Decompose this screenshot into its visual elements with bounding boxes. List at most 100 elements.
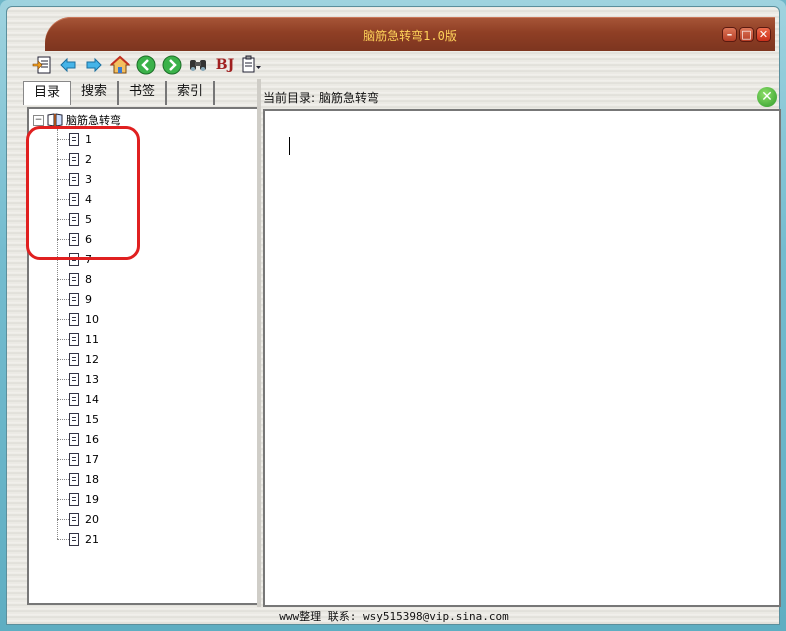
arrow-left-icon [60, 57, 76, 73]
forward-button[interactable] [83, 54, 105, 76]
home-button[interactable] [109, 54, 131, 76]
tree-item[interactable]: 20 [57, 509, 99, 529]
tree-item[interactable]: 8 [57, 269, 92, 289]
document-icon [69, 432, 79, 446]
close-icon: ✕ [758, 28, 769, 41]
status-bar: www整理 联系: wsy515398@vip.sina.com [279, 610, 509, 623]
window-title: 脑筋急转弯1.0版 [363, 29, 457, 43]
tree-item[interactable]: 17 [57, 449, 99, 469]
document-icon [69, 472, 79, 486]
document-icon [69, 452, 79, 466]
tree-item-label: 16 [85, 432, 99, 446]
document-icon [69, 372, 79, 386]
bj-button[interactable]: BJ [213, 54, 237, 76]
close-button[interactable]: ✕ [756, 27, 771, 42]
back-button[interactable] [57, 54, 79, 76]
current-path-label: 当前目录: [263, 90, 316, 105]
document-icon [69, 492, 79, 506]
tree-item-label: 21 [85, 532, 99, 546]
collapse-icon[interactable]: − [33, 114, 44, 126]
nav-tabs: 目录 搜索 书签 索引 [23, 81, 216, 105]
document-icon [69, 412, 79, 426]
minimize-icon: – [726, 28, 733, 41]
tree-item-label: 19 [85, 492, 99, 506]
content-pane: 当前目录: 脑筋急转弯 ✕ [261, 79, 781, 607]
highlight-annotation [26, 126, 140, 260]
tree-item[interactable]: 12 [57, 349, 99, 369]
tab-contents[interactable]: 目录 [23, 81, 72, 105]
document-icon [69, 352, 79, 366]
tree-item-label: 18 [85, 472, 99, 486]
content-area[interactable] [263, 109, 781, 607]
current-path-value: 脑筋急转弯 [319, 90, 380, 105]
current-path: 当前目录: 脑筋急转弯 [263, 87, 379, 107]
tree-connector-dot [57, 298, 69, 300]
previous-button[interactable] [135, 54, 157, 76]
tree-item-label: 8 [85, 272, 92, 286]
toolbar: BJ [31, 51, 263, 79]
tree-item[interactable]: 15 [57, 409, 99, 429]
tree-connector-dot [57, 358, 69, 360]
title-bar[interactable]: 脑筋急转弯1.0版 – □ ✕ [45, 17, 775, 51]
tree-connector-dot [57, 378, 69, 380]
tab-index[interactable]: 索引 [167, 81, 216, 105]
minimize-button[interactable]: – [722, 27, 737, 42]
tree-connector-dot [57, 518, 69, 520]
tree-connector-dot [57, 278, 69, 280]
tree-connector-dot [57, 458, 69, 460]
tree-item-label: 9 [85, 292, 92, 306]
document-icon [69, 312, 79, 326]
options-button[interactable] [241, 54, 263, 76]
tree-item-label: 12 [85, 352, 99, 366]
document-icon [69, 512, 79, 526]
tree-item[interactable]: 11 [57, 329, 99, 349]
tree-item[interactable]: 14 [57, 389, 99, 409]
document-icon [69, 292, 79, 306]
tree-connector-dot [57, 478, 69, 480]
close-content-button[interactable]: ✕ [757, 87, 777, 107]
table-of-contents-icon [32, 56, 51, 74]
tree-item-label: 13 [85, 372, 99, 386]
tree-item[interactable]: 18 [57, 469, 99, 489]
maximize-icon: □ [741, 28, 752, 41]
document-icon [69, 392, 79, 406]
app-window: 脑筋急转弯1.0版 – □ ✕ BJ 目录 搜索 书签 索引 − 脑筋急转弯 1… [6, 6, 781, 625]
find-button[interactable] [187, 54, 209, 76]
maximize-button[interactable]: □ [739, 27, 754, 42]
tree-connector-dot [57, 338, 69, 340]
text-caret [289, 137, 290, 155]
tree-item-label: 20 [85, 512, 99, 526]
circle-arrow-left-icon [136, 55, 156, 75]
tree-connector-dot [57, 498, 69, 500]
tree-item-label: 11 [85, 332, 99, 346]
tree-connector-dot [57, 398, 69, 400]
next-button[interactable] [161, 54, 183, 76]
tree-item[interactable]: 10 [57, 309, 99, 329]
tree-item-label: 15 [85, 412, 99, 426]
close-green-icon: ✕ [761, 89, 773, 105]
window-controls: – □ ✕ [722, 27, 771, 42]
tree-connector-dot [57, 538, 69, 540]
tree-item[interactable]: 21 [57, 529, 99, 549]
tree-item[interactable]: 16 [57, 429, 99, 449]
circle-arrow-right-icon [162, 55, 182, 75]
document-icon [69, 332, 79, 346]
home-icon [109, 55, 131, 74]
clipboard-dropdown-icon [242, 55, 261, 73]
binoculars-icon [190, 60, 206, 71]
tree-item[interactable]: 19 [57, 489, 99, 509]
tab-search[interactable]: 搜索 [71, 81, 120, 105]
book-icon [47, 113, 63, 127]
tree-item-label: 17 [85, 452, 99, 466]
document-icon [69, 272, 79, 286]
tree-connector-dot [57, 438, 69, 440]
tree-item-label: 10 [85, 312, 99, 326]
tree-item[interactable]: 9 [57, 289, 92, 309]
document-icon [69, 532, 79, 546]
arrow-right-icon [86, 57, 102, 73]
tree-connector-dot [57, 318, 69, 320]
toc-button[interactable] [31, 54, 53, 76]
tree-item-label: 14 [85, 392, 99, 406]
tab-bookmarks[interactable]: 书签 [119, 81, 168, 105]
tree-item[interactable]: 13 [57, 369, 99, 389]
